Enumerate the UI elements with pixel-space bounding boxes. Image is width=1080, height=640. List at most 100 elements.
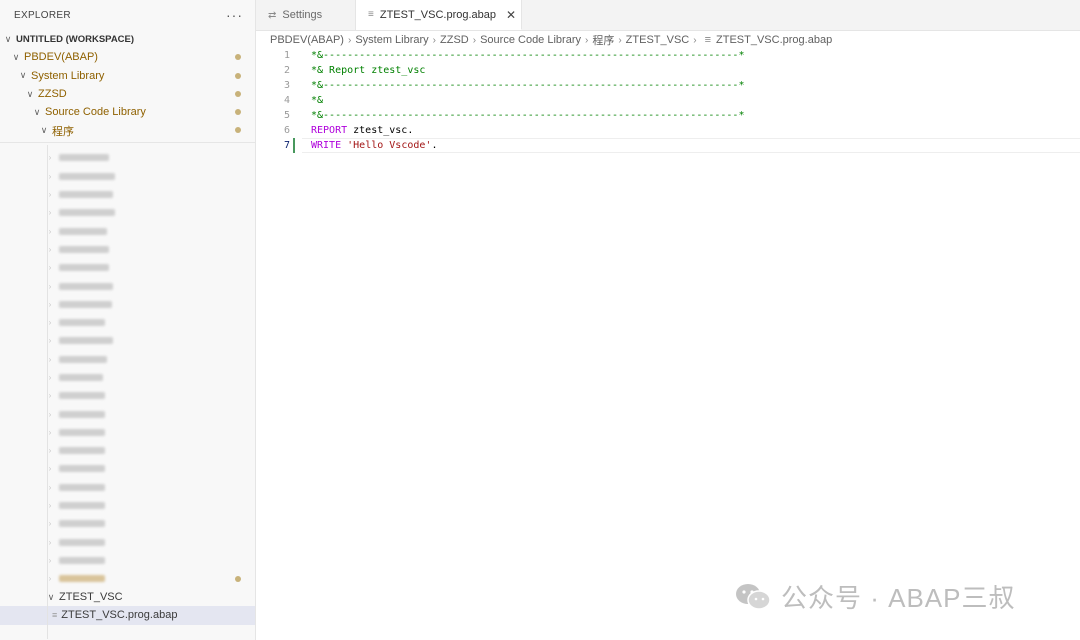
- file-icon: ≡: [368, 9, 374, 20]
- breadcrumb-item[interactable]: Source Code Library: [480, 34, 581, 46]
- blurred-label: [59, 245, 109, 253]
- modified-dot-icon: [235, 72, 241, 79]
- tree-item-blurred[interactable]: ›: [0, 405, 255, 423]
- more-actions-icon[interactable]: ···: [226, 7, 243, 23]
- code-text: *&--------------------------------------…: [311, 48, 744, 63]
- tree-node-zzsd[interactable]: ∨ ZZSD: [0, 85, 255, 103]
- tree-item-blurred[interactable]: ›: [0, 350, 255, 368]
- tree-item-blurred[interactable]: ›: [0, 570, 255, 588]
- code-line[interactable]: 7 WRITE 'Hello Vscode'.: [256, 138, 1080, 153]
- breadcrumb-item[interactable]: ZZSD: [440, 34, 469, 46]
- code-text: *&--------------------------------------…: [311, 108, 744, 123]
- scroll-shadow: [0, 141, 255, 143]
- tree-node-pbdev[interactable]: ∨ PBDEV(ABAP): [0, 48, 255, 66]
- code-token: *&--------------------------------------…: [311, 50, 745, 61]
- close-icon[interactable]: ✕: [506, 8, 516, 22]
- chevron-right-icon: ›: [432, 34, 437, 46]
- code-line[interactable]: 1 *&-------------------------------------…: [256, 48, 1080, 63]
- code-token: WRITE: [311, 140, 342, 151]
- tree-item-blurred[interactable]: ›: [0, 423, 255, 441]
- tree-item-blurred[interactable]: ›: [0, 442, 255, 460]
- code-token: .: [431, 140, 438, 151]
- tree-item-blurred[interactable]: ›: [0, 515, 255, 533]
- chevron-right-icon: ›: [693, 34, 697, 46]
- tree-item-blurred[interactable]: ›: [0, 313, 255, 331]
- code-line[interactable]: 6 REPORT ztest_vsc.: [256, 123, 1080, 138]
- tree-item-blurred[interactable]: ›: [0, 222, 255, 240]
- tab-settings[interactable]: ⇄ Settings: [256, 0, 356, 30]
- tree-node-ztest-vsc[interactable]: ∨ ZTEST_VSC: [0, 588, 255, 606]
- tree-item-blurred[interactable]: ›: [0, 277, 255, 295]
- line-number: 3: [283, 80, 290, 91]
- blurred-label: [59, 172, 115, 180]
- chevron-right-icon: ›: [347, 34, 352, 46]
- git-added-marker: [293, 138, 295, 153]
- tree-item-blurred[interactable]: ›: [0, 240, 255, 258]
- blurred-label: [59, 483, 105, 491]
- code-text: *&--------------------------------------…: [311, 78, 744, 93]
- tree-file-ztest-vsc-prog[interactable]: ≡ ZTEST_VSC.prog.abap: [0, 606, 255, 625]
- blurred-label: [59, 355, 107, 363]
- tree-item-blurred[interactable]: ›: [0, 204, 255, 222]
- blurred-label: [59, 191, 113, 199]
- tree-item-blurred[interactable]: ›: [0, 460, 255, 478]
- breadcrumb-item[interactable]: System Library: [355, 34, 428, 46]
- code-token: *& Report ztest_vsc: [311, 65, 426, 76]
- blurred-label: [59, 300, 112, 308]
- explorer-title: EXPLORER: [14, 9, 71, 21]
- code-text: *&: [311, 93, 323, 108]
- tree-node-source-code-library[interactable]: ∨ Source Code Library: [0, 103, 255, 121]
- file-lines-icon: ≡: [52, 610, 58, 621]
- blurred-label: [59, 502, 105, 510]
- breadcrumb-item[interactable]: ZTEST_VSC.prog.abap: [716, 34, 832, 46]
- blurred-label: [59, 373, 103, 381]
- tree-item-blurred[interactable]: ›: [0, 496, 255, 514]
- editor-tab-bar: ⇄ Settings ≡ ZTEST_VSC.prog.abap ✕: [256, 0, 1080, 31]
- breadcrumb-item[interactable]: PBDEV(ABAP): [270, 34, 344, 46]
- line-number: 1: [283, 50, 290, 61]
- line-number: 4: [283, 95, 290, 106]
- tree-item-blurred[interactable]: ›: [0, 149, 255, 167]
- blurred-label: [59, 264, 109, 272]
- chevron-down-icon: ∨: [4, 33, 12, 44]
- blurred-label: [59, 447, 105, 455]
- tree-item-blurred[interactable]: ›: [0, 533, 255, 551]
- blurred-label: [59, 282, 113, 290]
- blurred-label: [59, 392, 105, 400]
- indent-guide: [47, 145, 48, 639]
- code-token: *&--------------------------------------…: [311, 110, 745, 121]
- blurred-label: [59, 428, 105, 436]
- blurred-label: [59, 538, 105, 546]
- code-line[interactable]: 4 *&: [256, 93, 1080, 108]
- tree-item-blurred[interactable]: ›: [0, 167, 255, 185]
- tree-item-blurred[interactable]: ›: [0, 259, 255, 277]
- workspace-root[interactable]: ∨ UNTITLED (WORKSPACE): [0, 30, 255, 48]
- line-number: 2: [283, 65, 290, 76]
- breadcrumb-item[interactable]: 程序: [592, 32, 614, 48]
- code-editor[interactable]: 1 *&-------------------------------------…: [256, 48, 1080, 640]
- tree-node-programs[interactable]: ∨ 程序: [0, 121, 255, 139]
- modified-dot-icon: [235, 54, 241, 61]
- tree-item-blurred[interactable]: ›: [0, 387, 255, 405]
- tree-item-blurred[interactable]: ›: [0, 551, 255, 569]
- blurred-program-list: › › › › › › › › › › › › › › › › › › › › › › › ›: [0, 149, 255, 588]
- code-token: 'Hello Vscode': [347, 140, 432, 151]
- blurred-label: [59, 520, 105, 528]
- code-line[interactable]: 5 *&-------------------------------------…: [256, 108, 1080, 123]
- code-line[interactable]: 2 *& Report ztest_vsc: [256, 63, 1080, 78]
- blurred-label: [59, 154, 109, 162]
- tree-item-blurred[interactable]: ›: [0, 185, 255, 203]
- tree-item-blurred[interactable]: ›: [0, 332, 255, 350]
- tree-item-blurred[interactable]: ›: [0, 295, 255, 313]
- watermark: 公众号 · ABAP三叔: [735, 578, 1015, 615]
- blurred-label: [59, 227, 107, 235]
- tree-node-system-library[interactable]: ∨ System Library: [0, 67, 255, 85]
- code-token: *&--------------------------------------…: [311, 80, 745, 91]
- code-line[interactable]: 3 *&-------------------------------------…: [256, 78, 1080, 93]
- tree-item-blurred[interactable]: ›: [0, 368, 255, 386]
- breadcrumb-item[interactable]: ZTEST_VSC: [626, 34, 690, 46]
- tree-item-blurred[interactable]: ›: [0, 478, 255, 496]
- code-text: WRITE 'Hello Vscode'.: [311, 138, 437, 153]
- tab-ztest-vsc-prog[interactable]: ≡ ZTEST_VSC.prog.abap ✕: [356, 0, 522, 30]
- blurred-label: [59, 465, 105, 473]
